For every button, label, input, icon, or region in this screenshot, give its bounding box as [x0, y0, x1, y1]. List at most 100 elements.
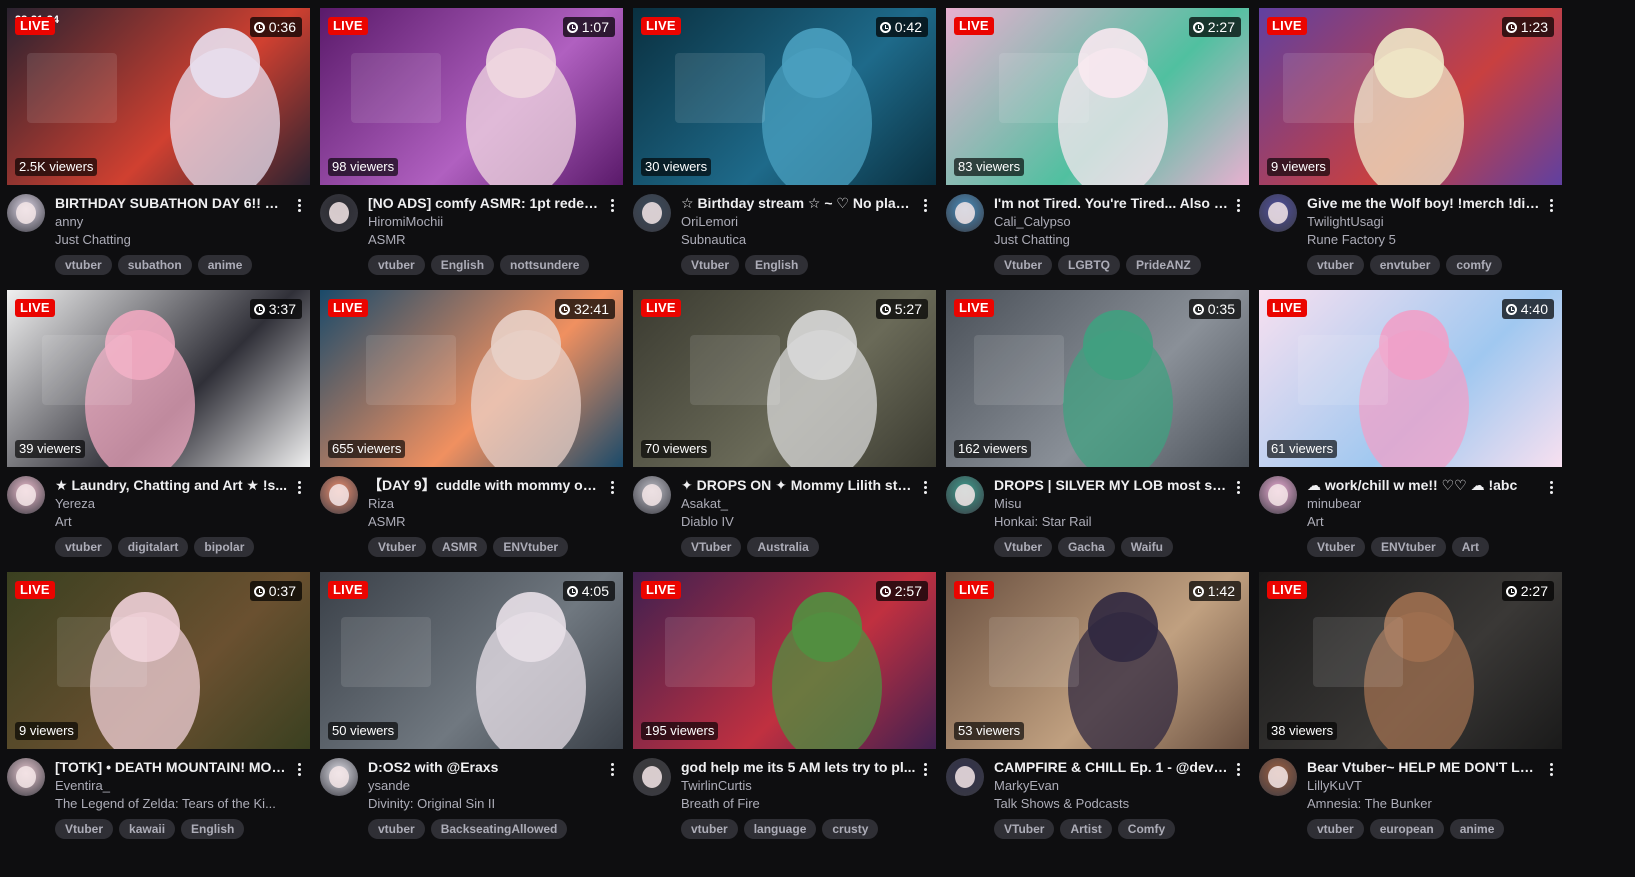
channel-avatar[interactable]: [946, 476, 984, 514]
channel-avatar[interactable]: [633, 476, 671, 514]
tag-chip[interactable]: envtuber: [1369, 255, 1441, 275]
tag-chip[interactable]: kawaii: [119, 819, 176, 839]
tag-chip[interactable]: English: [181, 819, 245, 839]
tag-chip[interactable]: vtuber: [1307, 255, 1364, 275]
stream-thumbnail[interactable]: LIVE 0:37 9 viewers: [7, 572, 310, 749]
tag-chip[interactable]: English: [430, 255, 495, 275]
channel-avatar[interactable]: [320, 194, 358, 232]
tag-chip[interactable]: ENVtuber: [493, 537, 569, 557]
channel-avatar[interactable]: [633, 194, 671, 232]
stream-thumbnail[interactable]: LIVE 0:35 162 viewers: [946, 290, 1249, 467]
more-options-icon[interactable]: [918, 760, 932, 778]
stream-thumbnail[interactable]: LIVE 0:42 30 viewers: [633, 8, 936, 185]
tag-chip[interactable]: vtuber: [1307, 819, 1364, 839]
stream-category[interactable]: Art: [55, 513, 290, 531]
stream-title[interactable]: [NO ADS] comfy ASMR: 1pt redee...: [368, 194, 603, 212]
channel-avatar[interactable]: [7, 476, 45, 514]
channel-avatar[interactable]: [7, 758, 45, 796]
stream-category[interactable]: Honkai: Star Rail: [994, 513, 1229, 531]
stream-thumbnail[interactable]: LIVE 2:27 83 viewers: [946, 8, 1249, 185]
stream-category[interactable]: Just Chatting: [55, 231, 290, 249]
tag-chip[interactable]: anime: [197, 255, 253, 275]
stream-title[interactable]: ✦ DROPS ON ✦ Mommy Lilith step...: [681, 476, 916, 494]
stream-category[interactable]: Art: [1307, 513, 1542, 531]
tag-chip[interactable]: anime: [1449, 819, 1505, 839]
tag-chip[interactable]: subathon: [117, 255, 192, 275]
channel-name[interactable]: anny: [55, 213, 290, 231]
more-options-icon[interactable]: [605, 196, 619, 214]
more-options-icon[interactable]: [605, 760, 619, 778]
stream-category[interactable]: Amnesia: The Bunker: [1307, 795, 1542, 813]
tag-chip[interactable]: vtuber: [368, 255, 425, 275]
more-options-icon[interactable]: [605, 478, 619, 496]
stream-category[interactable]: Rune Factory 5: [1307, 231, 1542, 249]
channel-name[interactable]: HiromiMochii: [368, 213, 603, 231]
stream-title[interactable]: I'm not Tired. You're Tired... Also B...: [994, 194, 1229, 212]
tag-chip[interactable]: Comfy: [1117, 819, 1176, 839]
channel-name[interactable]: Cali_Calypso: [994, 213, 1229, 231]
channel-avatar[interactable]: [1259, 476, 1297, 514]
channel-name[interactable]: LillyKuVT: [1307, 777, 1542, 795]
stream-thumbnail[interactable]: LIVE 32:41 655 viewers: [320, 290, 623, 467]
tag-chip[interactable]: vtuber: [681, 819, 738, 839]
stream-title[interactable]: Give me the Wolf boy! !merch !dis...: [1307, 194, 1542, 212]
stream-thumbnail[interactable]: LIVE 1:07 98 viewers: [320, 8, 623, 185]
tag-chip[interactable]: vtuber: [55, 255, 112, 275]
channel-name[interactable]: Yereza: [55, 495, 290, 513]
stream-title[interactable]: BIRTHDAY SUBATHON DAY 6!! 🍊 i...: [55, 194, 290, 212]
more-options-icon[interactable]: [918, 196, 932, 214]
stream-category[interactable]: Diablo IV: [681, 513, 916, 531]
tag-chip[interactable]: european: [1369, 819, 1444, 839]
tag-chip[interactable]: digitalart: [117, 537, 189, 557]
stream-thumbnail[interactable]: LIVE 1:23 9 viewers: [1259, 8, 1562, 185]
stream-thumbnail[interactable]: LIVE 1:42 53 viewers: [946, 572, 1249, 749]
stream-title[interactable]: ☆ Birthday stream ☆ ~ ♡ No plans,...: [681, 194, 916, 212]
tag-chip[interactable]: Artist: [1060, 819, 1112, 839]
channel-avatar[interactable]: [946, 758, 984, 796]
tag-chip[interactable]: bipolar: [194, 537, 255, 557]
stream-title[interactable]: D:OS2 with @Eraxs: [368, 758, 603, 776]
channel-avatar[interactable]: [633, 758, 671, 796]
stream-category[interactable]: ASMR: [368, 231, 603, 249]
tag-chip[interactable]: PrideANZ: [1126, 255, 1201, 275]
channel-name[interactable]: OriLemori: [681, 213, 916, 231]
channel-avatar[interactable]: [946, 194, 984, 232]
tag-chip[interactable]: Vtuber: [368, 537, 427, 557]
stream-category[interactable]: Divinity: Original Sin II: [368, 795, 603, 813]
tag-chip[interactable]: Vtuber: [55, 819, 114, 839]
stream-thumbnail[interactable]: LIVE 4:05 50 viewers: [320, 572, 623, 749]
tag-chip[interactable]: Vtuber: [994, 537, 1053, 557]
channel-name[interactable]: TwirlinCurtis: [681, 777, 916, 795]
stream-title[interactable]: DROPS | SILVER MY LOB most san...: [994, 476, 1229, 494]
more-options-icon[interactable]: [1544, 478, 1558, 496]
tag-chip[interactable]: crusty: [822, 819, 879, 839]
stream-thumbnail[interactable]: LIVE 2:57 195 viewers: [633, 572, 936, 749]
tag-chip[interactable]: VTuber: [681, 537, 742, 557]
stream-title[interactable]: CAMPFIRE & CHILL Ep. 1 - @devio...: [994, 758, 1229, 776]
tag-chip[interactable]: Vtuber: [681, 255, 740, 275]
more-options-icon[interactable]: [1231, 196, 1245, 214]
stream-category[interactable]: Just Chatting: [994, 231, 1229, 249]
channel-name[interactable]: Asakat_: [681, 495, 916, 513]
stream-category[interactable]: Subnautica: [681, 231, 916, 249]
tag-chip[interactable]: vtuber: [55, 537, 112, 557]
more-options-icon[interactable]: [918, 478, 932, 496]
more-options-icon[interactable]: [292, 760, 306, 778]
channel-name[interactable]: ysande: [368, 777, 603, 795]
tag-chip[interactable]: BackseatingAllowed: [430, 819, 568, 839]
more-options-icon[interactable]: [1544, 196, 1558, 214]
more-options-icon[interactable]: [1231, 478, 1245, 496]
stream-title[interactable]: 【DAY 9】cuddle with mommy on ...: [368, 476, 603, 494]
stream-title[interactable]: god help me its 5 AM lets try to pl...: [681, 758, 916, 776]
stream-title[interactable]: ☁ work/chill w me!! ♡♡ ☁ !abc: [1307, 476, 1542, 494]
tag-chip[interactable]: nottsundere: [500, 255, 590, 275]
channel-avatar[interactable]: [1259, 194, 1297, 232]
more-options-icon[interactable]: [292, 478, 306, 496]
stream-title[interactable]: ★ Laundry, Chatting and Art ★ !s...: [55, 476, 290, 494]
stream-title[interactable]: Bear Vtuber~ HELP ME DON'T LEA...: [1307, 758, 1542, 776]
tag-chip[interactable]: English: [745, 255, 809, 275]
more-options-icon[interactable]: [1231, 760, 1245, 778]
stream-thumbnail[interactable]: LIVE 4:40 61 viewers: [1259, 290, 1562, 467]
stream-category[interactable]: ASMR: [368, 513, 603, 531]
stream-thumbnail[interactable]: LIVE 5:27 70 viewers: [633, 290, 936, 467]
